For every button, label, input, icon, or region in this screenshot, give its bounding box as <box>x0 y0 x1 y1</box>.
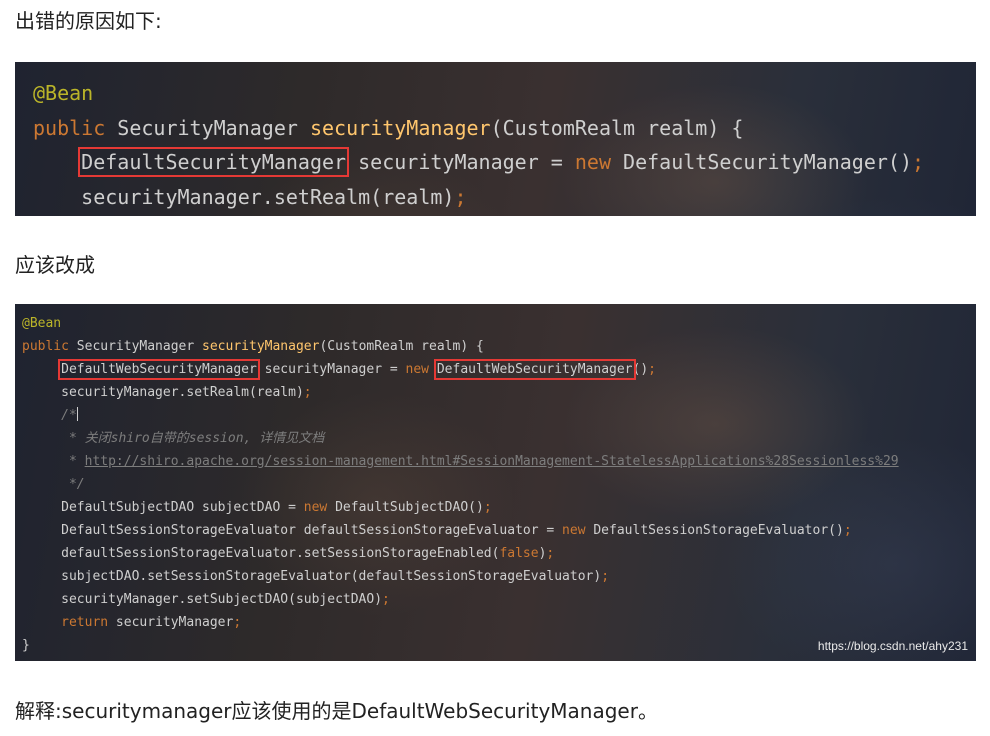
code-original: @Bean public SecurityManager securityMan… <box>15 62 976 214</box>
code-screenshot-fixed: @Bean public SecurityManager securityMan… <box>15 304 976 661</box>
code-line: * 关闭shiro自带的session, 详情见文档 <box>61 431 325 446</box>
code-line: * http://shiro.apache.org/session-manage… <box>61 454 899 469</box>
code-line: defaultSessionStorageEvaluator.setSessio… <box>61 546 555 561</box>
code-line: securityManager.setRealm(realm); <box>61 385 312 400</box>
code-screenshot-original: @Bean public SecurityManager securityMan… <box>15 62 976 216</box>
code-line: } <box>22 638 30 653</box>
code-line: @Bean <box>22 316 62 331</box>
code-line: securityManager.setRealm(realm); <box>81 184 467 209</box>
code-line: return securityManager; <box>61 615 242 630</box>
text-cursor <box>76 407 78 421</box>
highlight-wrong-type: DefaultSecurityManager <box>78 147 350 177</box>
code-fixed: @Bean public SecurityManager securityMan… <box>15 304 976 657</box>
code-line: securityManager.setSubjectDAO(subjectDAO… <box>61 592 390 607</box>
code-line: @Bean <box>33 81 94 105</box>
code-line: DefaultWebSecurityManager securityManage… <box>58 359 656 380</box>
code-line: subjectDAO.setSessionStorageEvaluator(de… <box>61 569 610 584</box>
code-line: */ <box>61 477 85 492</box>
error-heading: 出错的原因如下: <box>15 9 162 33</box>
code-line: DefaultSubjectDAO subjectDAO = new Defau… <box>61 500 492 515</box>
code-line: DefaultSessionStorageEvaluator defaultSe… <box>61 523 852 538</box>
explanation-text: 解释:securitymanager应该使用的是DefaultWebSecuri… <box>15 699 658 723</box>
highlight-correct-ctor: DefaultWebSecurityManager <box>433 359 636 380</box>
code-line: /* <box>61 407 78 423</box>
source-watermark: https://blog.csdn.net/ahy231 <box>817 639 968 653</box>
code-line: public SecurityManager securityManager(C… <box>22 339 484 354</box>
fix-heading: 应该改成 <box>15 253 95 277</box>
highlight-correct-type: DefaultWebSecurityManager <box>58 359 260 380</box>
code-line: DefaultSecurityManager securityManager =… <box>78 147 925 177</box>
docs-link[interactable]: http://shiro.apache.org/session-manageme… <box>85 454 899 469</box>
code-line: public SecurityManager securityManager(C… <box>33 115 744 140</box>
